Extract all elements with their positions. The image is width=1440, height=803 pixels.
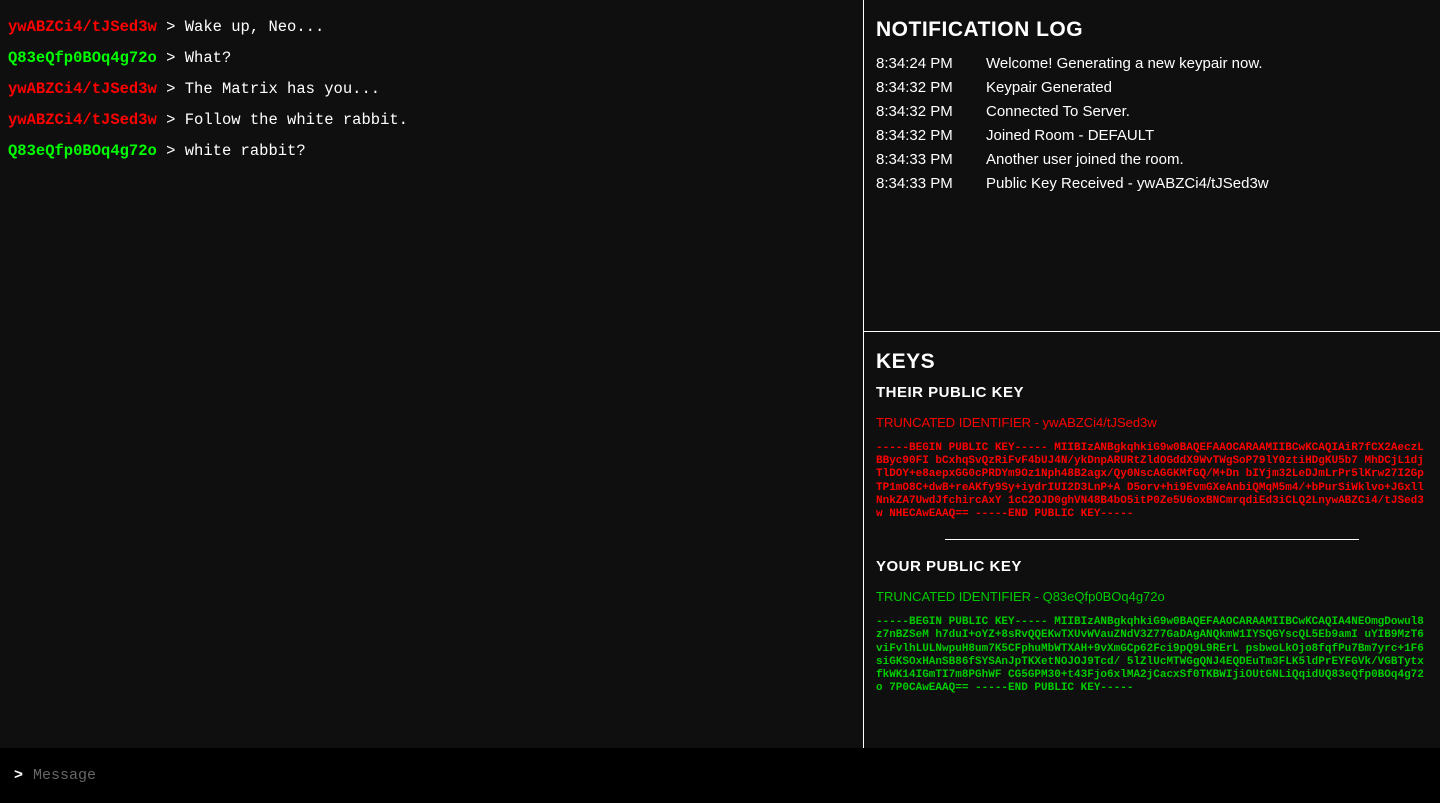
- notification-list: 8:34:24 PMWelcome! Generating a new keyp…: [876, 52, 1428, 196]
- your-trunc-id: TRUNCATED IDENTIFIER - Q83eQfp0BOq4g72o: [876, 589, 1428, 604]
- chat-sender: Q83eQfp0BOq4g72o: [8, 49, 157, 67]
- notification-panel: NOTIFICATION LOG 8:34:24 PMWelcome! Gene…: [864, 0, 1440, 332]
- notification-text: Joined Room - DEFAULT: [986, 124, 1428, 148]
- your-key-label: YOUR PUBLIC KEY: [876, 558, 1428, 575]
- notification-text: Public Key Received - ywABZCi4/tJSed3w: [986, 172, 1428, 196]
- notification-title: NOTIFICATION LOG: [876, 18, 1428, 42]
- chat-sep: >: [157, 49, 185, 67]
- chat-sep: >: [157, 142, 185, 160]
- notification-row: 8:34:33 PMAnother user joined the room.: [876, 148, 1428, 172]
- chat-line: ywABZCi4/tJSed3w > Follow the white rabb…: [8, 113, 855, 129]
- chat-message-text: Wake up, Neo...: [185, 18, 325, 36]
- their-key-label: THEIR PUBLIC KEY: [876, 384, 1428, 401]
- chat-line: Q83eQfp0BOq4g72o > What?: [8, 51, 855, 67]
- notification-row: 8:34:32 PMKeypair Generated: [876, 76, 1428, 100]
- chat-sep: >: [157, 111, 185, 129]
- chat-sep: >: [157, 18, 185, 36]
- chat-message-text: The Matrix has you...: [185, 80, 380, 98]
- keys-title: KEYS: [876, 350, 1428, 374]
- chat-sender: Q83eQfp0BOq4g72o: [8, 142, 157, 160]
- chat-message-text: white rabbit?: [185, 142, 306, 160]
- prompt-char: >: [14, 767, 23, 784]
- notification-row: 8:34:24 PMWelcome! Generating a new keyp…: [876, 52, 1428, 76]
- notification-text: Another user joined the room.: [986, 148, 1428, 172]
- notification-time: 8:34:32 PM: [876, 100, 986, 124]
- keys-panel: KEYS THEIR PUBLIC KEY TRUNCATED IDENTIFI…: [864, 332, 1440, 748]
- notification-time: 8:34:33 PM: [876, 172, 986, 196]
- chat-message-text: What?: [185, 49, 232, 67]
- notification-row: 8:34:32 PMJoined Room - DEFAULT: [876, 124, 1428, 148]
- main-area: ywABZCi4/tJSed3w > Wake up, Neo... Q83eQf…: [0, 0, 1440, 748]
- notification-text: Welcome! Generating a new keypair now.: [986, 52, 1428, 76]
- input-bar: >: [0, 748, 1440, 803]
- their-public-key: -----BEGIN PUBLIC KEY----- MIIBIzANBgkqh…: [876, 442, 1428, 521]
- notification-text: Connected To Server.: [986, 100, 1428, 124]
- side-pane: NOTIFICATION LOG 8:34:24 PMWelcome! Gene…: [864, 0, 1440, 748]
- notification-time: 8:34:32 PM: [876, 76, 986, 100]
- notification-time: 8:34:33 PM: [876, 148, 986, 172]
- notification-row: 8:34:33 PMPublic Key Received - ywABZCi4…: [876, 172, 1428, 196]
- chat-sender: ywABZCi4/tJSed3w: [8, 80, 157, 98]
- your-public-key: -----BEGIN PUBLIC KEY----- MIIBIzANBgkqh…: [876, 616, 1428, 695]
- chat-sender: ywABZCi4/tJSed3w: [8, 111, 157, 129]
- chat-sep: >: [157, 80, 185, 98]
- notification-text: Keypair Generated: [986, 76, 1428, 100]
- their-trunc-id: TRUNCATED IDENTIFIER - ywABZCi4/tJSed3w: [876, 415, 1428, 430]
- notification-time: 8:34:24 PM: [876, 52, 986, 76]
- chat-line: ywABZCi4/tJSed3w > The Matrix has you...: [8, 82, 855, 98]
- chat-pane: ywABZCi4/tJSed3w > Wake up, Neo... Q83eQf…: [0, 0, 864, 748]
- chat-message-text: Follow the white rabbit.: [185, 111, 408, 129]
- chat-sender: ywABZCi4/tJSed3w: [8, 18, 157, 36]
- notification-row: 8:34:32 PMConnected To Server.: [876, 100, 1428, 124]
- notification-time: 8:34:32 PM: [876, 124, 986, 148]
- key-divider: [945, 539, 1359, 540]
- message-input[interactable]: [33, 767, 1426, 784]
- chat-line: Q83eQfp0BOq4g72o > white rabbit?: [8, 144, 855, 160]
- chat-line: ywABZCi4/tJSed3w > Wake up, Neo...: [8, 20, 855, 36]
